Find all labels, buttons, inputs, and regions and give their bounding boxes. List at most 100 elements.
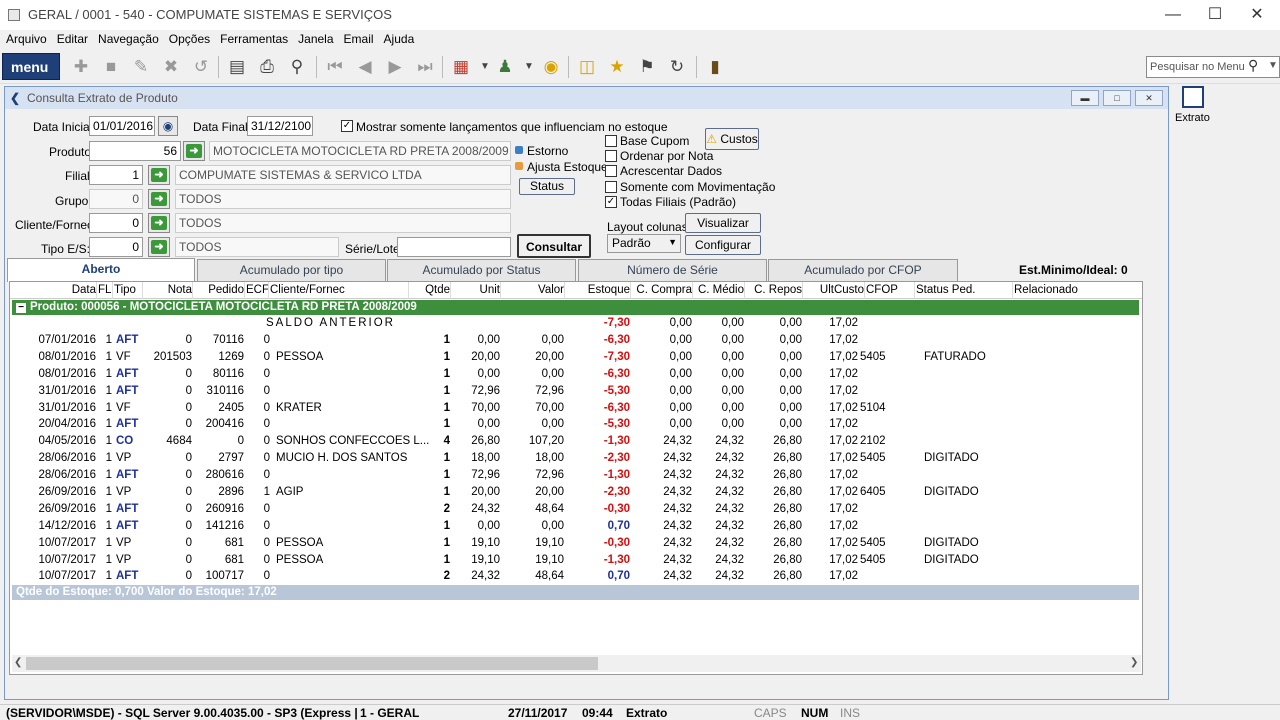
column-header[interactable]: Valor bbox=[502, 282, 564, 299]
cliente-search-button[interactable]: ➜ bbox=[148, 213, 170, 233]
menu-button[interactable]: menu bbox=[2, 53, 60, 80]
grupo-search-button[interactable]: ➜ bbox=[148, 189, 170, 209]
table-row[interactable]: 31/01/2016 1 VF 0 2405 0 KRATER 1 70,00 70,00 -6,3… bbox=[10, 400, 1142, 417]
menu-ajuda[interactable]: Ajuda bbox=[384, 30, 415, 46]
column-header[interactable]: C. Repos bbox=[746, 282, 802, 299]
window-restore-icon[interactable]: □ bbox=[1103, 90, 1131, 106]
produto-code-input[interactable]: 56 bbox=[89, 141, 181, 161]
data-final-input[interactable]: 31/12/2100 bbox=[247, 116, 313, 136]
menu-navegacao[interactable]: Navegação bbox=[98, 30, 159, 46]
custos-button[interactable]: ⚠ Custos bbox=[705, 128, 759, 150]
factory-icon[interactable]: ▦ bbox=[450, 56, 472, 78]
table-row[interactable]: 26/09/2016 1 AFT 0 260916 0 2 24,32 48,64 -0,30 24… bbox=[10, 501, 1142, 518]
grupo-code-input[interactable]: 0 bbox=[89, 189, 143, 209]
table-row[interactable]: 04/05/2016 1 CO 4684 0 0 SONHOS CONFECCOES L..… bbox=[10, 433, 1142, 450]
column-header[interactable]: Unit bbox=[452, 282, 500, 299]
table-row[interactable]: 08/01/2016 1 VF 201503 1269 0 PESSOA 1 20,00 20,0… bbox=[10, 349, 1142, 366]
flag-icon[interactable]: ⚑ bbox=[636, 56, 658, 78]
configurar-button[interactable]: Configurar bbox=[685, 235, 761, 255]
tab-aberto[interactable]: Aberto bbox=[7, 258, 195, 282]
scroll-right-icon[interactable]: ❯ bbox=[1130, 657, 1138, 668]
column-header[interactable]: C. Médio bbox=[694, 282, 744, 299]
users-icon[interactable]: ♟ bbox=[494, 56, 516, 78]
scroll-left-icon[interactable]: ❮ bbox=[14, 657, 22, 668]
acrescentar-checkbox[interactable] bbox=[605, 165, 617, 177]
column-header[interactable]: CFOP bbox=[866, 282, 906, 299]
exit-icon[interactable]: ▮ bbox=[704, 56, 726, 78]
table-row[interactable]: 28/06/2016 1 VP 0 2797 0 MUCIO H. DOS SANTOS 1 1… bbox=[10, 450, 1142, 467]
table-row[interactable]: 20/04/2016 1 AFT 0 200416 0 1 0,00 0,00 -5,30 0,00… bbox=[10, 416, 1142, 433]
table-row[interactable]: 10/07/2017 1 AFT 0 100717 0 2 24,32 48,64 0,70 24,… bbox=[10, 568, 1142, 585]
print-preview-icon[interactable]: ⚲ bbox=[286, 56, 308, 78]
mostrar-checkbox[interactable]: ✓ bbox=[341, 120, 353, 132]
table-row[interactable]: 07/01/2016 1 AFT 0 70116 0 1 0,00 0,00 -6,30 0,00 0… bbox=[10, 332, 1142, 349]
group-row[interactable]: − Produto: 000056 - MOTOCICLETA MOTOCICLE… bbox=[12, 300, 1139, 315]
search-dropdown-icon[interactable]: ▼ bbox=[1268, 60, 1278, 71]
menu-email[interactable]: Email bbox=[344, 30, 374, 46]
table-row[interactable]: 28/06/2016 1 AFT 0 280616 0 1 72,96 72,96 -1,30 24… bbox=[10, 467, 1142, 484]
last-record-icon[interactable]: ⏭ bbox=[414, 56, 436, 78]
preview-icon[interactable]: ▤ bbox=[226, 56, 248, 78]
filial-code-input[interactable]: 1 bbox=[89, 165, 143, 185]
column-header[interactable]: Estoque bbox=[566, 282, 630, 299]
table-row[interactable]: 14/12/2016 1 AFT 0 141216 0 1 0,00 0,00 0,70 24,32… bbox=[10, 518, 1142, 535]
favorite-icon[interactable]: ★ bbox=[606, 56, 628, 78]
table-row[interactable]: 10/07/2017 1 VP 0 681 0 PESSOA 1 19,10 19,10 -1,30… bbox=[10, 552, 1142, 569]
column-header[interactable]: Cliente/Fornec bbox=[270, 282, 410, 299]
consultar-button[interactable]: Consultar bbox=[517, 234, 591, 258]
column-header[interactable]: Pedido bbox=[194, 282, 244, 299]
search-input[interactable]: Pesquisar no Menu bbox=[1146, 56, 1280, 78]
next-record-icon[interactable]: ▶ bbox=[384, 56, 406, 78]
layout-select[interactable]: Padrão ▼ bbox=[607, 234, 681, 253]
cliente-code-input[interactable]: 0 bbox=[89, 213, 143, 233]
dropdown-arrow-icon[interactable]: ▼ bbox=[518, 56, 540, 78]
search-icon[interactable]: ⚲ bbox=[1248, 57, 1258, 74]
somente-mov-checkbox[interactable] bbox=[605, 181, 617, 193]
column-header[interactable]: Tipo bbox=[114, 282, 140, 299]
extrato-label[interactable]: Extrato bbox=[1175, 112, 1210, 124]
tab-acumulado-cfop[interactable]: Acumulado por CFOP bbox=[768, 259, 958, 281]
column-header[interactable]: Nota bbox=[144, 282, 192, 299]
horizontal-scrollbar[interactable]: ❮ ❯ bbox=[12, 655, 1141, 672]
column-header[interactable]: Status Ped. bbox=[916, 282, 996, 299]
table-row[interactable]: 31/01/2016 1 AFT 0 310116 0 1 72,96 72,96 -5,30 0,… bbox=[10, 383, 1142, 400]
serie-input[interactable] bbox=[397, 237, 511, 257]
close-icon[interactable]: ✕ bbox=[1234, 0, 1280, 30]
saldo-row[interactable]: SALDO ANTERIOR -7,30 0,00 0,00 0,00 17,02 bbox=[10, 315, 1142, 332]
status-button[interactable]: Status bbox=[519, 178, 575, 195]
refresh-icon[interactable]: ↻ bbox=[666, 56, 688, 78]
table-row[interactable]: 10/07/2017 1 VP 0 681 0 PESSOA 1 19,10 19,10 -0,30… bbox=[10, 535, 1142, 552]
first-record-icon[interactable]: ⏮ bbox=[324, 56, 346, 78]
todas-filiais-checkbox[interactable]: ✓ bbox=[605, 196, 617, 208]
window-close-icon[interactable]: ✕ bbox=[1135, 90, 1163, 106]
previous-record-icon[interactable]: ◀ bbox=[354, 56, 376, 78]
column-header[interactable]: UltCusto bbox=[804, 282, 864, 299]
menu-opcoes[interactable]: Opções bbox=[169, 30, 210, 46]
window-minimize-icon[interactable]: ▬ bbox=[1071, 90, 1099, 106]
table-row[interactable]: 08/01/2016 1 AFT 0 80116 0 1 0,00 0,00 -6,30 0,00 0… bbox=[10, 366, 1142, 383]
tipo-search-button[interactable]: ➜ bbox=[148, 237, 170, 257]
column-header[interactable]: Relacionado bbox=[1014, 282, 1114, 299]
produto-search-button[interactable]: ➜ bbox=[183, 141, 205, 161]
column-header[interactable]: Data bbox=[30, 282, 96, 299]
collapse-icon[interactable]: − bbox=[16, 303, 26, 313]
undo-icon[interactable]: ↺ bbox=[190, 56, 212, 78]
menu-janela[interactable]: Janela bbox=[298, 30, 333, 46]
menu-arquivo[interactable]: Arquivo bbox=[6, 30, 47, 46]
folder-icon[interactable]: ◫ bbox=[576, 56, 598, 78]
menu-editar[interactable]: Editar bbox=[57, 30, 88, 46]
column-header[interactable]: Qtde bbox=[410, 282, 450, 299]
edit-icon[interactable]: ✎ bbox=[130, 56, 152, 78]
maximize-icon[interactable]: ☐ bbox=[1192, 0, 1238, 30]
visualizar-button[interactable]: Visualizar bbox=[685, 213, 761, 233]
filial-search-button[interactable]: ➜ bbox=[148, 165, 170, 185]
tipo-code-input[interactable]: 0 bbox=[89, 237, 143, 257]
calendar-icon[interactable]: ◉ bbox=[158, 116, 178, 136]
ordenar-nota-checkbox[interactable] bbox=[605, 150, 617, 162]
scrollbar-thumb[interactable] bbox=[26, 657, 598, 670]
minimize-icon[interactable]: — bbox=[1150, 0, 1196, 30]
data-inicial-input[interactable]: 01/01/2016 bbox=[89, 116, 155, 136]
delete-icon[interactable]: ✖ bbox=[160, 56, 182, 78]
menu-ferramentas[interactable]: Ferramentas bbox=[220, 30, 288, 46]
lock-icon[interactable]: ◉ bbox=[540, 56, 562, 78]
